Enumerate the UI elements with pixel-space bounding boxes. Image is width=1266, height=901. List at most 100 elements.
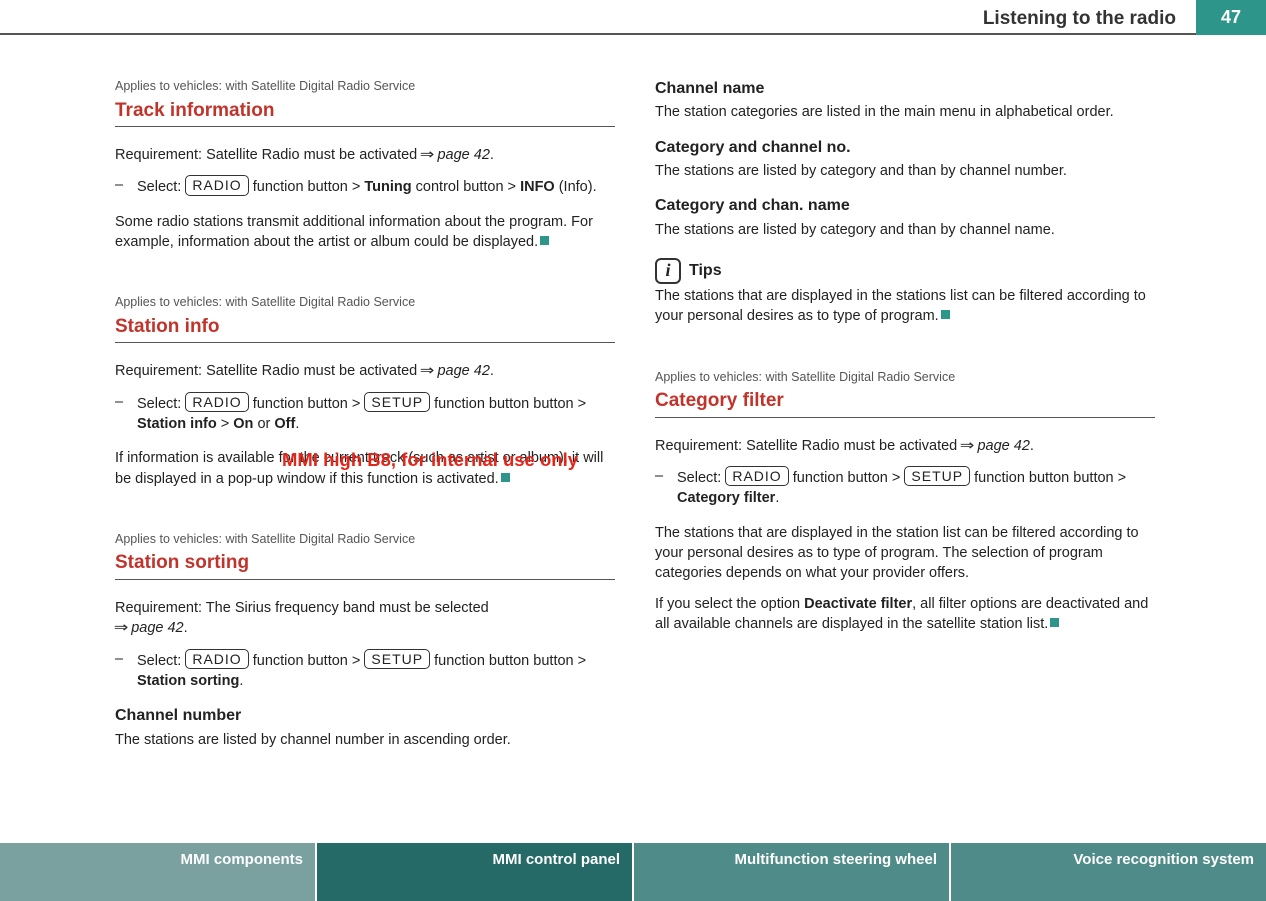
text: If you select the option: [655, 596, 804, 612]
station-info-bold: Station info: [137, 416, 217, 432]
category-filter-bold: Category filter: [677, 490, 775, 506]
end-mark-icon: [501, 473, 510, 482]
bullet-dash: –: [115, 649, 137, 692]
tips-text: The stations that are displayed in the s…: [655, 288, 1146, 324]
header-title: Listening to the radio: [983, 6, 1176, 33]
section-title: Station info: [115, 314, 615, 344]
page-ref: page 42: [977, 438, 1029, 454]
footer-tab-components[interactable]: MMI components: [0, 843, 317, 901]
period: .: [490, 363, 494, 379]
watermark: MMI high B8, for internal use only: [282, 447, 578, 473]
footer-tab-voice-recognition[interactable]: Voice recognition system: [951, 843, 1266, 901]
page-header: Listening to the radio 47: [0, 0, 1266, 35]
radio-key: RADIO: [185, 649, 248, 669]
radio-key: RADIO: [185, 175, 248, 195]
period: .: [1030, 438, 1034, 454]
footer-tab-control-panel[interactable]: MMI control panel: [317, 843, 634, 901]
section-title: Station sorting: [115, 550, 615, 580]
radio-key: RADIO: [185, 392, 248, 412]
paragraph: The stations are listed by category and …: [655, 161, 1155, 181]
tuning-bold: Tuning: [364, 179, 411, 195]
period: .: [490, 147, 494, 163]
requirement: Requirement: Satellite Radio must be act…: [115, 145, 615, 165]
period: .: [775, 490, 779, 506]
text: or: [253, 416, 274, 432]
sub-heading: Category and channel no.: [655, 137, 1155, 159]
sub-heading: Channel name: [655, 78, 1155, 100]
instruction-body: Select: RADIO function button > SETUP fu…: [137, 649, 615, 692]
deactivate-filter-bold: Deactivate filter: [804, 596, 912, 612]
arrow-icon: ⇒: [420, 361, 435, 381]
period: .: [295, 416, 299, 432]
period: .: [184, 620, 188, 636]
bullet-dash: –: [655, 466, 677, 509]
text: function button >: [249, 396, 365, 412]
select-label: Select:: [137, 653, 185, 669]
sub-heading: Channel number: [115, 705, 615, 727]
arrow-icon: ⇒: [960, 436, 975, 456]
text: button >: [533, 653, 586, 669]
requirement-text: Requirement: Satellite Radio must be act…: [655, 438, 961, 454]
text: function button >: [249, 653, 365, 669]
tips-label: Tips: [689, 260, 722, 282]
setup-key: SETUP: [364, 392, 430, 412]
select-label: Select:: [137, 396, 185, 412]
info-bold: INFO: [520, 179, 555, 195]
applies-note: Applies to vehicles: with Satellite Digi…: [115, 294, 615, 312]
instruction-row: – Select: RADIO function button > Tuning…: [115, 175, 615, 197]
requirement-text: Requirement: Satellite Radio must be act…: [115, 363, 421, 379]
station-sorting-bold: Station sorting: [137, 673, 239, 689]
section-station-sorting-continued: Channel name The station categories are …: [655, 78, 1155, 327]
end-mark-icon: [1050, 618, 1059, 627]
footer-tab-steering-wheel[interactable]: Multifunction steering wheel: [634, 843, 951, 901]
requirement-text: Requirement: The Sirius frequency band m…: [115, 600, 489, 616]
instruction-row: – Select: RADIO function button > SETUP …: [115, 392, 615, 435]
page-content: Applies to vehicles: with Satellite Digi…: [115, 78, 1266, 760]
tips-row: i Tips: [655, 258, 1155, 284]
select-label: Select:: [137, 179, 185, 195]
paragraph: The stations are listed by channel numbe…: [115, 730, 615, 750]
section-category-filter: Applies to vehicles: with Satellite Digi…: [655, 369, 1155, 634]
instruction-row: – Select: RADIO function button > SETUP …: [655, 466, 1155, 509]
section-title: Category filter: [655, 388, 1155, 418]
section-title: Track information: [115, 98, 615, 128]
period: .: [239, 673, 243, 689]
on-bold: On: [233, 416, 253, 432]
off-bold: Off: [274, 416, 295, 432]
bullet-dash: –: [115, 392, 137, 435]
info-icon: i: [655, 258, 681, 284]
paragraph: If you select the option Deactivate filt…: [655, 594, 1155, 635]
requirement: Requirement: Satellite Radio must be act…: [115, 361, 615, 381]
requirement: Requirement: The Sirius frequency band m…: [115, 598, 615, 639]
column-right: Channel name The station categories are …: [655, 78, 1155, 760]
page-ref: page 42: [131, 620, 183, 636]
arrow-icon: ⇒: [114, 618, 129, 638]
page-number-tab: 47: [1196, 0, 1266, 35]
paragraph: The station categories are listed in the…: [655, 102, 1155, 122]
end-mark-icon: [540, 236, 549, 245]
select-label: Select:: [677, 470, 725, 486]
setup-key: SETUP: [364, 649, 430, 669]
requirement-text: Requirement: Satellite Radio must be act…: [115, 147, 421, 163]
sub-heading: Category and chan. name: [655, 195, 1155, 217]
column-left: Applies to vehicles: with Satellite Digi…: [115, 78, 615, 760]
text: button >: [533, 396, 586, 412]
paragraph: The stations are listed by category and …: [655, 220, 1155, 240]
paragraph: Some radio stations transmit additional …: [115, 212, 615, 253]
section-station-sorting: Applies to vehicles: with Satellite Digi…: [115, 531, 615, 750]
page-ref: page 42: [437, 147, 489, 163]
paragraph: The stations that are displayed in the s…: [655, 523, 1155, 584]
text: function button: [430, 653, 529, 669]
instruction-body: Select: RADIO function button > SETUP fu…: [137, 392, 615, 435]
text: (Info).: [555, 179, 597, 195]
text: control button >: [412, 179, 520, 195]
text: function button >: [249, 179, 365, 195]
requirement: Requirement: Satellite Radio must be act…: [655, 436, 1155, 456]
text: function button: [430, 396, 529, 412]
end-mark-icon: [941, 310, 950, 319]
applies-note: Applies to vehicles: with Satellite Digi…: [115, 531, 615, 549]
bullet-dash: –: [115, 175, 137, 197]
text: function button >: [789, 470, 905, 486]
paragraph: The stations that are displayed in the s…: [655, 286, 1155, 327]
instruction-body: Select: RADIO function button > Tuning c…: [137, 175, 615, 197]
